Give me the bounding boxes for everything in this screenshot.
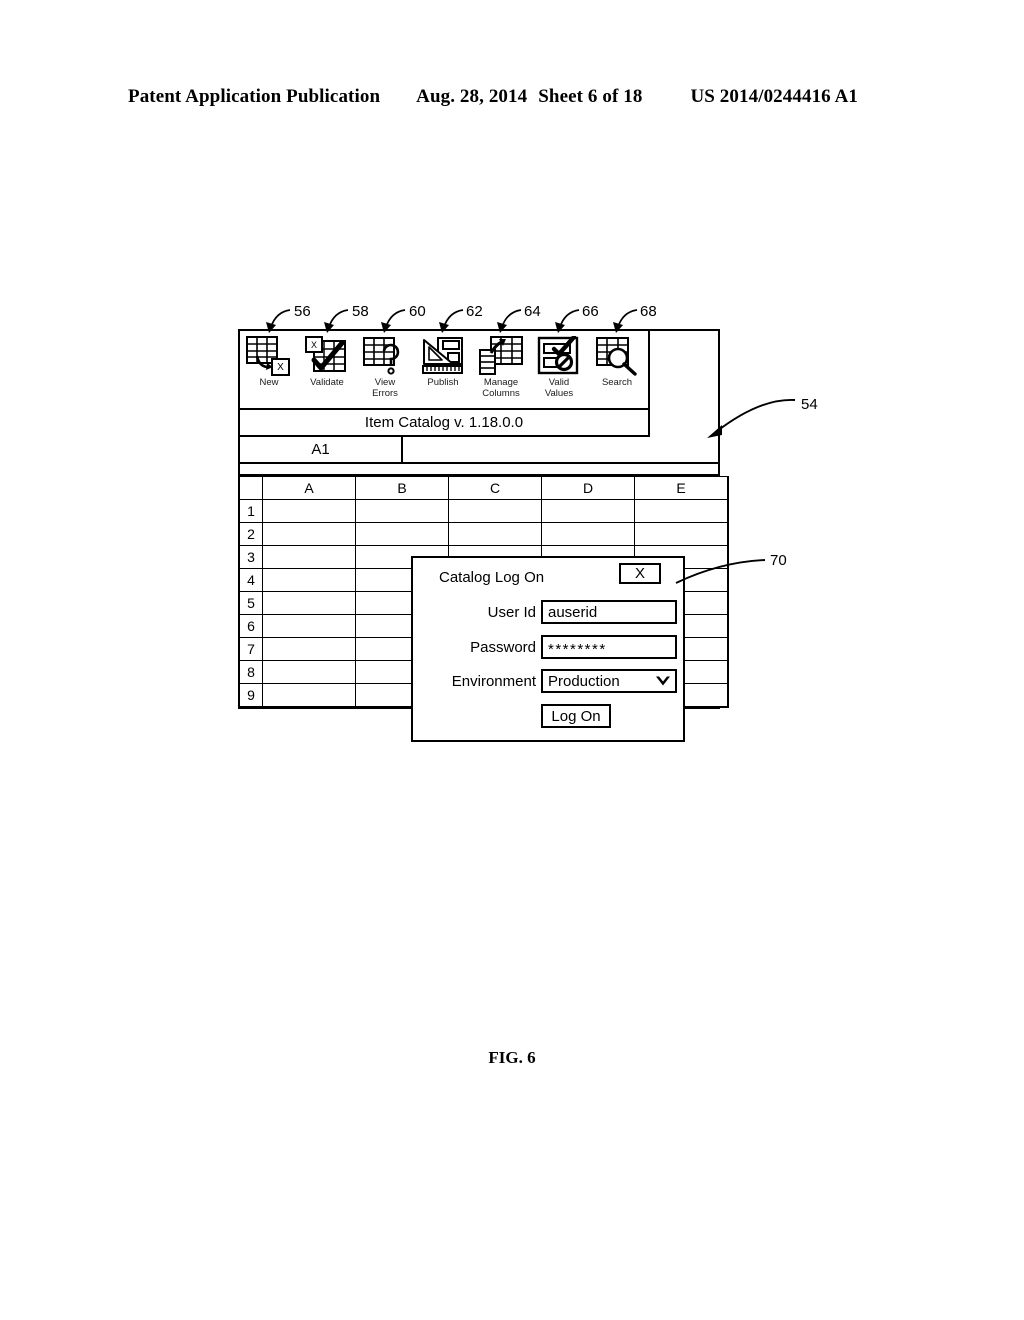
password-value: ******** [548,640,607,658]
user-id-label: User Id [487,603,536,621]
toolbar-button-validate[interactable]: X Validate [298,336,356,389]
cell-a6[interactable] [262,614,356,638]
ref-numeral-54: 54 [801,396,818,413]
formula-bar: A1 [238,437,720,464]
cell-a5[interactable] [262,591,356,615]
toolbar-button-valid-values[interactable]: Valid Values [530,334,588,399]
toolbar-label-view-errors: View Errors [372,377,398,399]
row-header-7[interactable]: 7 [238,637,263,661]
ref-numeral-56: 56 [294,303,311,320]
row-header-6[interactable]: 6 [238,614,263,638]
toolbar-label-manage-columns: Manage Columns [482,377,520,399]
ref-numeral-66: 66 [582,303,599,320]
close-icon[interactable]: X [619,563,661,584]
app-title: Item Catalog v. 1.18.0.0 [364,414,524,431]
ruler-publish-icon [420,336,466,376]
cell-d1[interactable] [541,499,635,523]
column-header-c[interactable]: C [448,476,542,500]
cell-e1[interactable] [634,499,729,523]
toolbar-button-search[interactable]: Search [588,336,646,389]
svg-text:X: X [311,340,317,350]
toolbar-button-view-errors[interactable]: View Errors [356,336,414,399]
toolbar-button-manage-columns[interactable]: Manage Columns [472,336,530,399]
cell-a2[interactable] [262,522,356,546]
row-header-8[interactable]: 8 [238,660,263,684]
grid-magnifier-icon [594,336,640,376]
toolbar: X New X Validate View Errors Publish Man… [238,329,650,410]
logon-dialog: Catalog Log On X User Id auserid Passwor… [411,556,685,742]
row-header-2[interactable]: 2 [238,522,263,546]
grid-check-icon: X [304,336,350,376]
column-header-e[interactable]: E [634,476,729,500]
ref-numeral-58: 58 [352,303,369,320]
column-header-d[interactable]: D [541,476,635,500]
user-id-field[interactable]: auserid [541,600,677,624]
dialog-title: Catalog Log On [439,569,545,586]
user-id-row: User Id auserid [425,600,677,624]
ref-numeral-64: 64 [524,303,541,320]
column-header-b[interactable]: B [355,476,449,500]
cell-a1[interactable] [262,499,356,523]
sheet-toolbar-strip [238,464,720,476]
column-header-row: A B C D E [238,476,729,500]
ref-numeral-68: 68 [640,303,657,320]
environment-select[interactable]: Production [541,669,677,693]
name-box-value: A1 [311,441,330,458]
svg-text:X: X [277,362,284,373]
toolbar-label-validate: Validate [310,377,344,388]
row-header-9[interactable]: 9 [238,683,263,708]
toolbar-label-search: Search [601,377,633,388]
cell-a3[interactable] [262,545,356,569]
environment-row: Environment Production [425,669,677,693]
grid-columns-icon [478,336,524,376]
cell-c1[interactable] [448,499,542,523]
grid-question-icon [362,336,408,376]
toolbar-label-valid-values: Valid Values [544,377,574,399]
ref-numeral-60: 60 [409,303,426,320]
figure-caption: FIG. 6 [488,1048,536,1067]
password-label: Password [470,638,536,656]
cell-e2[interactable] [634,522,729,546]
chevron-down-icon [656,676,670,686]
cell-b1[interactable] [355,499,449,523]
toolbar-label-publish: Publish [427,377,459,388]
cell-b2[interactable] [355,522,449,546]
environment-label: Environment [451,672,536,690]
grid-new-icon: X [246,336,292,376]
ref-numeral-70: 70 [770,552,787,569]
row-header-1[interactable]: 1 [238,499,263,523]
app-title-bar: Item Catalog v. 1.18.0.0 [238,410,650,437]
environment-value: Production [548,672,620,690]
cell-d2[interactable] [541,522,635,546]
row-header-3[interactable]: 3 [238,545,263,569]
table-row: 2 [238,522,729,546]
formula-input[interactable] [403,437,718,462]
select-all-corner[interactable] [238,476,263,500]
cell-c2[interactable] [448,522,542,546]
cell-a4[interactable] [262,568,356,592]
toolbar-button-publish[interactable]: Publish [414,336,472,389]
ref-numeral-62: 62 [466,303,483,320]
cell-a9[interactable] [262,683,356,708]
toolbar-button-new[interactable]: X New [240,336,298,389]
column-header-a[interactable]: A [262,476,356,500]
figure-drawing: 56 58 60 62 64 66 68 54 70 X New X Valid… [0,0,1024,1320]
user-id-value: auserid [548,603,598,621]
log-on-button[interactable]: Log On [541,704,611,728]
row-header-5[interactable]: 5 [238,591,263,615]
row-header-4[interactable]: 4 [238,568,263,592]
password-field[interactable]: ******** [541,635,677,659]
name-box[interactable]: A1 [240,437,403,462]
cell-a8[interactable] [262,660,356,684]
toolbar-label-new: New [259,377,279,388]
password-row: Password ******** [425,635,677,659]
table-row: 1 [238,499,729,523]
check-prohibit-icon [536,334,582,376]
cell-a7[interactable] [262,637,356,661]
